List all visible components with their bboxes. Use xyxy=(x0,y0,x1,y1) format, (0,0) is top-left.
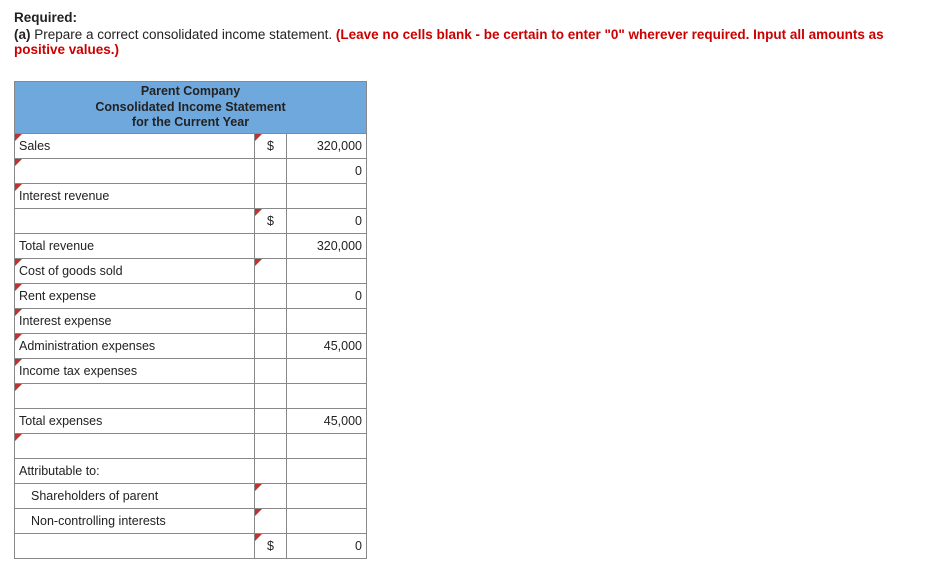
header-line2: Consolidated Income Statement xyxy=(95,100,285,114)
row-admin-expenses-label[interactable]: Administration expenses xyxy=(15,333,255,358)
row-rent-expense-currency[interactable] xyxy=(255,283,287,308)
row-sales-label[interactable]: Sales xyxy=(15,133,255,158)
part-label: (a) xyxy=(14,27,31,42)
required-heading: Required: xyxy=(14,10,936,25)
row-cogs-value[interactable] xyxy=(287,258,367,283)
row-interest-revenue-value[interactable] xyxy=(287,183,367,208)
row-blank3-currency[interactable] xyxy=(255,383,287,408)
row-blank1-label[interactable] xyxy=(15,158,255,183)
row-total-revenue-currency xyxy=(255,233,287,258)
row-attributable-value xyxy=(287,458,367,483)
header-line3: for the Current Year xyxy=(132,115,249,129)
row-income-tax-label[interactable]: Income tax expenses xyxy=(15,358,255,383)
row-total-revenue-label: Total revenue xyxy=(15,233,255,258)
row-rent-expense-value[interactable]: 0 xyxy=(287,283,367,308)
row-income-tax-currency[interactable] xyxy=(255,358,287,383)
instruction-line: (a) Prepare a correct consolidated incom… xyxy=(14,27,936,57)
part-text: Prepare a correct consolidated income st… xyxy=(31,27,336,42)
row-total-expenses-value: 45,000 xyxy=(287,408,367,433)
row-blank4-label[interactable] xyxy=(15,433,255,458)
row-blank1-currency[interactable] xyxy=(255,158,287,183)
row-nci-value[interactable] xyxy=(287,508,367,533)
row-income-tax-value[interactable] xyxy=(287,358,367,383)
row-total-revenue-value: 320,000 xyxy=(287,233,367,258)
header-line1: Parent Company xyxy=(141,84,240,98)
row-blank2-label[interactable] xyxy=(15,208,255,233)
row-rent-expense-label[interactable]: Rent expense xyxy=(15,283,255,308)
row-shareholders-currency[interactable] xyxy=(255,483,287,508)
row-nci-label: Non-controlling interests xyxy=(15,508,255,533)
row-interest-revenue-currency[interactable] xyxy=(255,183,287,208)
row-blank2-value[interactable]: 0 xyxy=(287,208,367,233)
row-final-value[interactable]: 0 xyxy=(287,533,367,558)
row-interest-expense-label[interactable]: Interest expense xyxy=(15,308,255,333)
row-sales-currency[interactable]: $ xyxy=(255,133,287,158)
row-blank4-currency[interactable] xyxy=(255,433,287,458)
row-blank2-currency[interactable]: $ xyxy=(255,208,287,233)
row-blank3-value[interactable] xyxy=(287,383,367,408)
row-total-expenses-currency xyxy=(255,408,287,433)
row-shareholders-label: Shareholders of parent xyxy=(15,483,255,508)
row-blank3-label[interactable] xyxy=(15,383,255,408)
row-attributable-currency xyxy=(255,458,287,483)
row-final-label xyxy=(15,533,255,558)
row-interest-expense-currency[interactable] xyxy=(255,308,287,333)
row-interest-revenue-label[interactable]: Interest revenue xyxy=(15,183,255,208)
row-interest-expense-value[interactable] xyxy=(287,308,367,333)
row-blank4-value[interactable] xyxy=(287,433,367,458)
row-nci-currency[interactable] xyxy=(255,508,287,533)
table-header: Parent Company Consolidated Income State… xyxy=(15,82,367,134)
income-statement-table: Parent Company Consolidated Income State… xyxy=(14,81,367,559)
row-admin-expenses-currency[interactable] xyxy=(255,333,287,358)
row-cogs-currency[interactable] xyxy=(255,258,287,283)
row-blank1-value[interactable]: 0 xyxy=(287,158,367,183)
row-admin-expenses-value[interactable]: 45,000 xyxy=(287,333,367,358)
row-cogs-label[interactable]: Cost of goods sold xyxy=(15,258,255,283)
row-sales-value[interactable]: 320,000 xyxy=(287,133,367,158)
row-shareholders-value[interactable] xyxy=(287,483,367,508)
row-final-currency[interactable]: $ xyxy=(255,533,287,558)
row-attributable-label: Attributable to: xyxy=(15,458,255,483)
row-total-expenses-label: Total expenses xyxy=(15,408,255,433)
